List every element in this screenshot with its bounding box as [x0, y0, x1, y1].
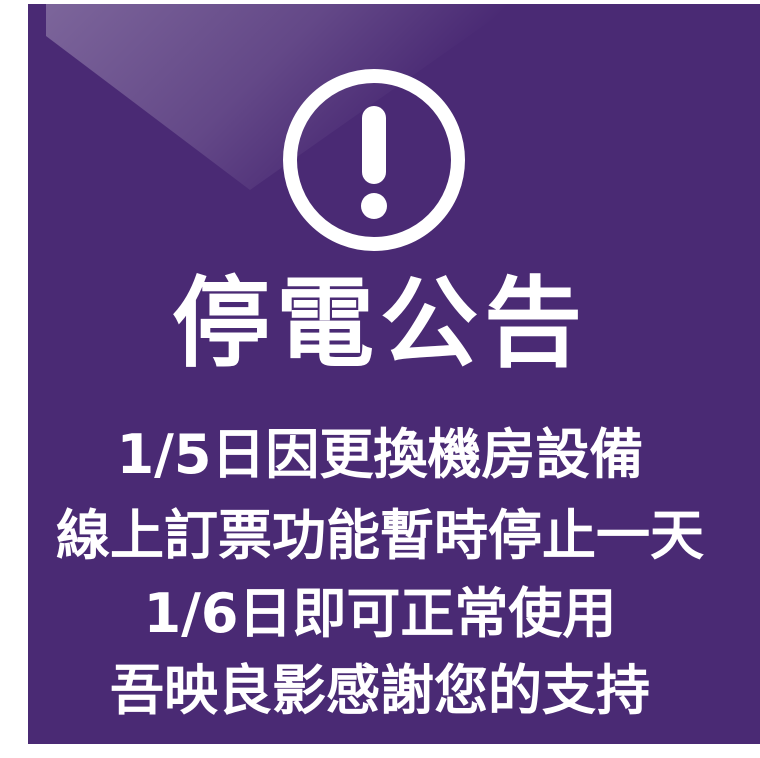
exclamation-circle-icon [283, 69, 465, 251]
notice-line-4: 吾映良影感謝您的支持 [110, 659, 650, 722]
notice-line-2: 線上訂票功能暫時停止一天 [56, 504, 704, 567]
power-outage-notice: 停電公告 1/5日因更換機房設備 線上訂票功能暫時停止一天 1/6日即可正常使用… [0, 0, 760, 758]
notice-line-1: 1/5日因更換機房設備 [116, 423, 644, 486]
notice-line-3: 1/6日即可正常使用 [143, 582, 617, 645]
left-border [0, 0, 28, 758]
notice-title: 停電公告 [171, 267, 588, 381]
bottom-border [0, 744, 760, 758]
